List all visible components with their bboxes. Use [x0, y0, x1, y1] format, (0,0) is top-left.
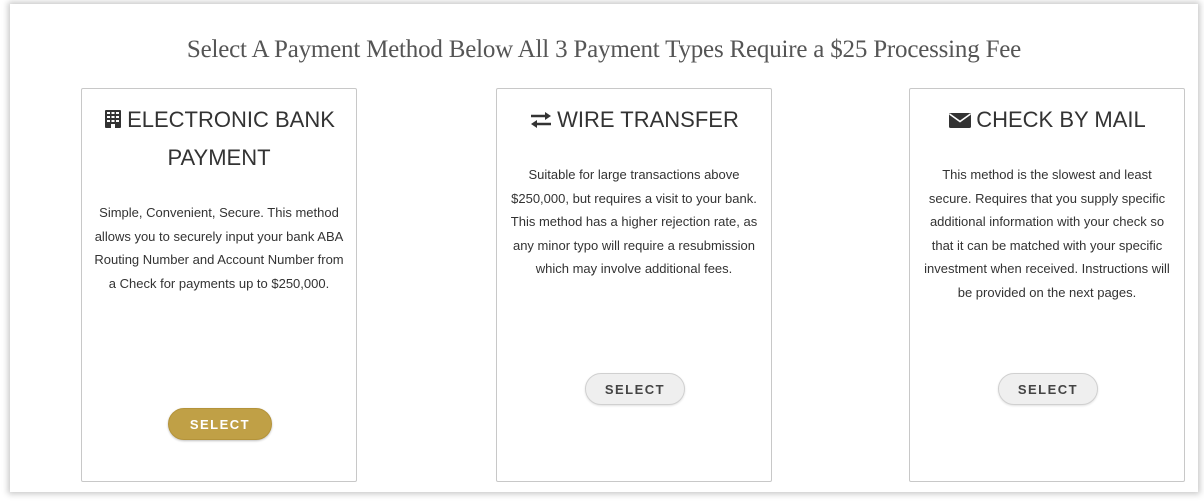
card-title: ELECTRONIC BANK — [82, 103, 356, 137]
select-electronic-bank-button[interactable]: SELECT — [168, 408, 272, 440]
card-description: Suitable for large transactions above $2… — [510, 167, 758, 276]
card-description: This method is the slowest and least sec… — [924, 167, 1170, 300]
card-title-line1: ELECTRONIC BANK — [127, 107, 335, 132]
card-title-line2: PAYMENT — [167, 145, 271, 170]
card-title-line1: WIRE TRANSFER — [557, 107, 739, 132]
payment-method-panel: Select A Payment Method Below All 3 Paym… — [10, 4, 1198, 492]
card-check-by-mail: CHECK BY MAIL This method is the slowest… — [909, 88, 1185, 482]
select-check-by-mail-button[interactable]: SELECT — [998, 373, 1098, 405]
card-title: WIRE TRANSFER — [497, 103, 771, 137]
bank-building-icon — [105, 110, 122, 128]
card-title-line1: CHECK BY MAIL — [976, 107, 1146, 132]
card-wire-transfer: WIRE TRANSFER Suitable for large transac… — [496, 88, 772, 482]
card-electronic-bank-payment: ELECTRONIC BANK PAYMENT Simple, Convenie… — [81, 88, 357, 482]
select-wire-transfer-button[interactable]: SELECT — [585, 373, 685, 405]
page-heading: Select A Payment Method Below All 3 Paym… — [186, 36, 1022, 63]
card-title: CHECK BY MAIL — [910, 103, 1184, 137]
envelope-icon — [949, 113, 972, 128]
card-description: Simple, Convenient, Secure. This method … — [94, 205, 344, 291]
transfer-arrows-icon — [531, 112, 552, 128]
